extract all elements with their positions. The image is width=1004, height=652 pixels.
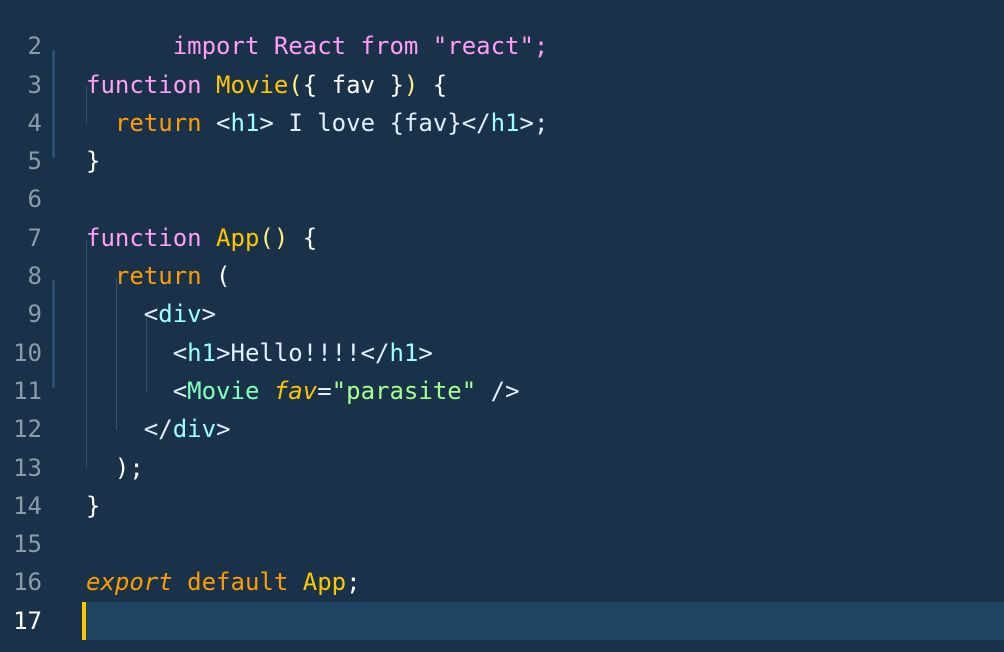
code-line-13: ); — [86, 449, 1004, 487]
code-line-8: return ( — [86, 257, 1004, 295]
modified-indicator — [52, 50, 55, 158]
code-token: } — [86, 491, 101, 520]
code-token: () — [259, 223, 289, 252]
function-name-token: App — [216, 223, 260, 252]
component-tag-token: Movie — [187, 376, 260, 405]
line-number: 5 — [27, 147, 42, 176]
code-line-3: function Movie({ fav }) { — [86, 66, 1004, 104]
code-line-10: <h1>Hello!!!!</h1> — [86, 334, 1004, 372]
attribute-token: fav — [273, 376, 318, 405]
line-number: 7 — [27, 223, 42, 252]
code-token: ); — [86, 453, 144, 482]
line-number: 15 — [13, 530, 42, 559]
code-line-17-current[interactable] — [82, 601, 1004, 641]
code-token: ( — [201, 262, 231, 291]
code-line-7: function App() { — [86, 219, 1004, 257]
line-number — [0, 0, 42, 27]
code-token: > — [216, 415, 231, 444]
code-line-5: } — [86, 142, 1004, 180]
code-token: ) — [403, 70, 419, 99]
keyword-token: function — [86, 70, 202, 99]
tag-token: div — [158, 300, 202, 329]
code-token: > — [418, 338, 433, 367]
code-token: } — [86, 147, 101, 176]
code-token: </ — [86, 415, 173, 444]
keyword-token: default — [187, 568, 289, 597]
line-number: 13 — [13, 453, 42, 482]
code-token: = — [317, 376, 332, 405]
code-line-14: } — [86, 487, 1004, 525]
line-numbers: 2 3 4 5 6 7 8 9 10 11 12 13 14 15 16 17 — [0, 0, 42, 640]
code-line-16: export default App; — [86, 563, 1004, 601]
line-number: 8 — [27, 262, 42, 291]
keyword-token: return — [114, 262, 202, 291]
tag-token: h1 — [230, 108, 260, 137]
line-number: 6 — [27, 185, 42, 214]
code-token: > — [201, 300, 217, 329]
code-token: ( — [288, 70, 303, 99]
string-token: "parasite" — [331, 376, 477, 405]
keyword-token: return — [114, 108, 202, 137]
code-line-12: </div> — [86, 410, 1004, 448]
line-number: 2 — [27, 32, 42, 61]
line-number: 16 — [13, 568, 42, 597]
code-line-9: <div> — [86, 295, 1004, 333]
line-number: 11 — [13, 376, 42, 405]
code-token: < — [201, 108, 231, 137]
line-number: 14 — [13, 491, 42, 520]
code-token: ; — [346, 568, 361, 597]
line-number: 3 — [27, 70, 42, 99]
line-number: 4 — [27, 108, 42, 137]
text-cursor — [82, 601, 86, 640]
line-number: 9 — [27, 300, 42, 329]
tag-token: h1 — [187, 338, 217, 367]
tag-token: div — [172, 415, 217, 444]
code-token: >Hello!!!!</ — [216, 338, 390, 367]
function-name-token: App — [302, 568, 347, 597]
keyword-token: function — [86, 223, 202, 252]
modified-indicator — [52, 280, 55, 388]
code-token: { — [418, 70, 448, 99]
code-token: < — [86, 300, 159, 329]
line-number-gutter: 2 3 4 5 6 7 8 9 10 11 12 13 14 15 16 17 — [0, 0, 62, 652]
tag-token: h1 — [389, 338, 419, 367]
code-line-4: return <h1> I love {fav}</h1>; — [86, 104, 1004, 142]
line-number: 12 — [13, 415, 42, 444]
tag-token: h1 — [490, 108, 520, 137]
line-number-active: 17 — [13, 606, 42, 635]
code-line-11: <Movie fav="parasite" /> — [86, 372, 1004, 410]
code-token: { fav } — [302, 70, 404, 99]
code-token: >; — [519, 108, 549, 137]
code-token: > I love {fav}</ — [259, 108, 491, 137]
code-token: < — [86, 338, 188, 367]
code-editor[interactable]: 2 3 4 5 6 7 8 9 10 11 12 13 14 15 16 17 … — [0, 0, 1004, 652]
keyword-token: export — [86, 568, 173, 597]
code-token: < — [86, 376, 188, 405]
code-line-1: import React from "react"; — [86, 0, 1004, 60]
code-token: /> — [476, 376, 520, 405]
line-number: 10 — [13, 338, 42, 367]
code-token: { — [288, 223, 318, 252]
code-area[interactable]: import React from "react"; function Movi… — [82, 0, 1004, 641]
function-name-token: Movie — [216, 70, 289, 99]
